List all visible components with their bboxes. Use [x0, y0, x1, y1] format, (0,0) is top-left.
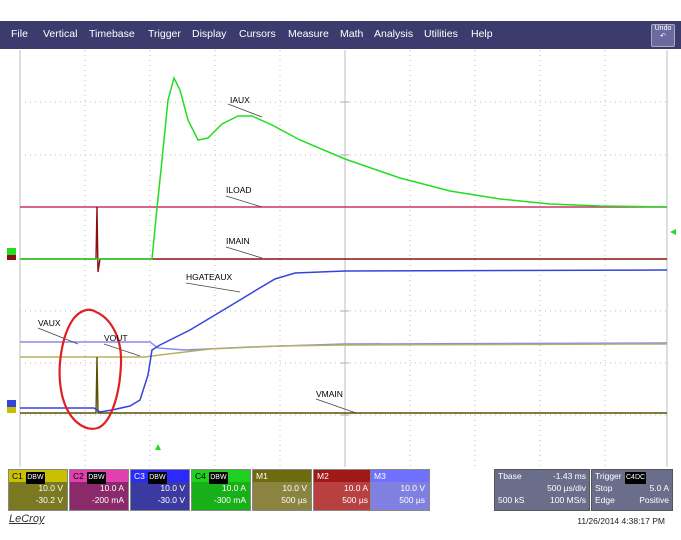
trigger-coupling: DC	[634, 474, 646, 481]
trace-vmain	[20, 356, 667, 414]
c4-scale: 10.0 A	[221, 483, 246, 493]
timebase-rate: 100 MS/s	[550, 495, 586, 505]
channel-box-c1[interactable]: C1 DBW 10.0 V -30.2 V	[8, 469, 68, 511]
trigger-slope: Positive	[639, 495, 669, 505]
m2-offset: 500 µs	[342, 495, 368, 505]
timebase-delay: -1.43 ms	[552, 471, 586, 481]
trigger-mode: Stop	[595, 483, 613, 493]
label-vmain: VMAIN	[316, 389, 343, 399]
c3-scale: 10.0 V	[160, 483, 185, 493]
m1-name: M1	[253, 470, 311, 482]
m2-scale: 10.0 A	[343, 483, 368, 493]
timebase-samples: 500 kS	[498, 495, 525, 505]
timebase-div: 500 µs/div	[547, 483, 586, 493]
c2-scale: 10.0 A	[99, 483, 124, 493]
trigger-chan: C4	[625, 474, 635, 481]
trigger-level: 5.0 A	[649, 483, 669, 493]
label-iaux: IAUX	[230, 95, 250, 105]
c3-offset: -30.0 V	[157, 495, 185, 505]
m1-scale: 10.0 V	[282, 483, 307, 493]
m3-offset: 500 µs	[399, 495, 425, 505]
channel-box-c4[interactable]: C4 DBW 10.0 A -300 mA	[191, 469, 251, 511]
channel-box-m1[interactable]: M1 10.0 V 500 µs	[252, 469, 312, 511]
c2-offset: -200 mA	[91, 495, 124, 505]
trace-imain	[20, 206, 667, 273]
trace-vaux	[20, 341, 668, 351]
annotation-circle	[58, 308, 123, 430]
channel-box-c2[interactable]: C2 DBW 10.0 A -200 mA	[69, 469, 129, 511]
timebase-box[interactable]: Tbase -1.43 ms 500 µs/div 500 kS 100 MS/s	[494, 469, 590, 511]
trigger-type: Edge	[595, 495, 615, 505]
trace-vout	[20, 343, 668, 358]
m1-offset: 500 µs	[281, 495, 307, 505]
c2-name: C2	[73, 471, 84, 481]
m2-name: M2	[314, 470, 372, 482]
waveform-display[interactable]	[0, 0, 681, 540]
m3-scale: 10.0 V	[400, 483, 425, 493]
trace-iaux	[20, 75, 668, 260]
c1-name: C1	[12, 471, 23, 481]
m3-name: M3	[371, 470, 429, 482]
label-imain: IMAIN	[226, 236, 250, 246]
lecroy-logo: LeCroy	[9, 513, 45, 525]
c1-scale: 10.0 V	[38, 483, 63, 493]
trigger-label: Trigger	[595, 471, 622, 481]
c4-offset: -300 mA	[213, 495, 246, 505]
trigger-box[interactable]: Trigger C4DC Stop 5.0 A Edge Positive	[591, 469, 673, 511]
channel-box-c3[interactable]: C3 DBW 10.0 V -30.0 V	[130, 469, 190, 511]
timebase-label: Tbase	[498, 471, 522, 481]
channel-box-m3[interactable]: M3 10.0 V 500 µs	[370, 469, 430, 511]
c4-name: C4	[195, 471, 206, 481]
datetime: 11/26/2014 4:38:17 PM	[577, 516, 665, 526]
channel-box-m2[interactable]: M2 10.0 A 500 µs	[313, 469, 373, 511]
c3-name: C3	[134, 471, 145, 481]
label-hgateaux: HGATEAUX	[186, 272, 233, 282]
label-vaux: VAUX	[38, 318, 61, 328]
label-vout: VOUT	[104, 333, 128, 343]
label-iload: ILOAD	[226, 185, 252, 195]
c1-offset: -30.2 V	[35, 495, 63, 505]
